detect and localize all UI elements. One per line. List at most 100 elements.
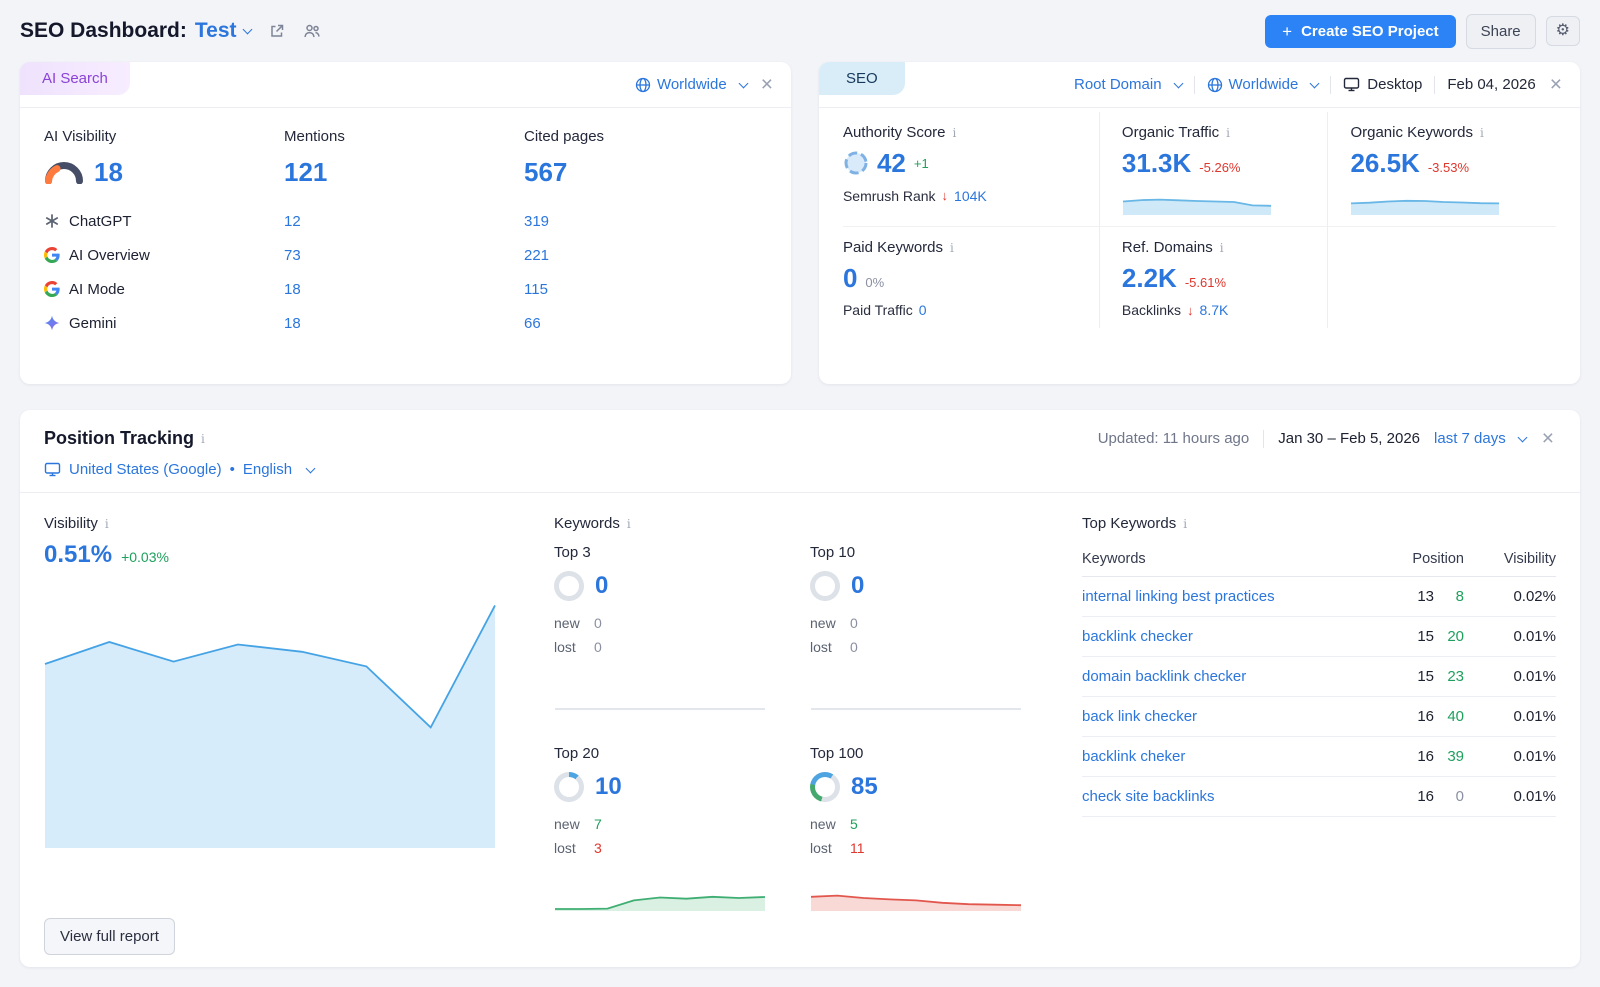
paid-keywords-pct: 0% <box>865 275 884 290</box>
date-selector[interactable]: Feb 04, 2026 <box>1447 76 1535 93</box>
campaign-language: English <box>243 461 292 478</box>
desktop-icon <box>44 462 61 477</box>
position-tracking-header: Position Tracking i Updated: 11 hours ag… <box>20 410 1580 493</box>
ai-visibility-total[interactable]: 18 <box>44 157 284 204</box>
chevron-down-icon <box>738 78 748 88</box>
ai-source-gemini: Gemini <box>44 306 284 340</box>
chevron-down-icon <box>242 25 252 35</box>
donut-chart-icon <box>810 772 840 802</box>
cited-pages-header: Cited pages <box>524 128 767 157</box>
chevron-down-icon <box>306 463 316 473</box>
authority-gauge-icon <box>843 150 869 176</box>
plus-icon: + <box>1282 23 1292 40</box>
gemini-icon <box>44 315 60 331</box>
keyword-link[interactable]: domain backlink checker <box>1082 668 1346 685</box>
keyword-link[interactable]: backlink cheker <box>1082 748 1346 765</box>
project-selector[interactable]: Test <box>195 19 251 43</box>
campaign-selector[interactable]: United States (Google) • English <box>44 461 1556 478</box>
top-100-count: 85 <box>851 773 878 801</box>
top-keywords-section: Top Keywordsi Keywords Position Visibili… <box>1082 515 1556 912</box>
ai-search-header: AI Search Worldwide × <box>20 62 791 108</box>
share-button[interactable]: Share <box>1466 14 1536 49</box>
updated-label: Updated: 11 hours ago <box>1098 430 1250 447</box>
visibility-delta: +0.03% <box>121 549 169 565</box>
top-100-sparkline <box>810 882 1022 912</box>
info-icon[interactable]: i <box>1220 241 1224 255</box>
info-icon[interactable]: i <box>105 517 109 531</box>
arrow-down-icon: ↓ <box>1187 303 1194 318</box>
table-row: internal linking best practices 138 0.02… <box>1082 577 1556 617</box>
top-3-sparkline <box>554 681 766 711</box>
paid-traffic-value[interactable]: 0 <box>919 302 927 318</box>
empty-cell <box>1327 226 1556 329</box>
organic-keywords-cell: Organic Keywordsi 26.5K -3.53% <box>1327 112 1556 226</box>
info-icon[interactable]: i <box>201 432 205 446</box>
gemini-mentions[interactable]: 18 <box>284 306 524 340</box>
view-full-report-button[interactable]: View full report <box>44 918 175 955</box>
desktop-icon <box>1343 77 1360 92</box>
period-selector[interactable]: last 7 days <box>1434 430 1526 447</box>
table-row: backlink checker 1520 0.01% <box>1082 617 1556 657</box>
ai-visibility-header: AI Visibility <box>44 128 284 157</box>
scope-selector[interactable]: Root Domain <box>1074 76 1182 93</box>
close-icon[interactable]: × <box>1548 74 1564 95</box>
google-icon <box>44 281 60 297</box>
organic-keywords-value[interactable]: 26.5K <box>1350 149 1419 178</box>
top-20-sparkline <box>554 882 766 912</box>
seo-region-selector[interactable]: Worldwide <box>1207 76 1319 93</box>
gemini-cited[interactable]: 66 <box>524 306 767 340</box>
position-tracking-body: Visibilityi 0.51% +0.03% Keywordsi Top 3 <box>20 493 1580 912</box>
create-seo-project-button[interactable]: + Create SEO Project <box>1265 15 1456 48</box>
organic-traffic-delta: -5.26% <box>1199 160 1240 175</box>
globe-icon <box>1207 77 1223 93</box>
ai-search-body: AI Visibility Mentions Cited pages 18 12… <box>20 108 791 362</box>
ai-mode-cited[interactable]: 115 <box>524 272 767 306</box>
topbar-actions: + Create SEO Project Share ⚙ <box>1265 14 1580 49</box>
info-icon[interactable]: i <box>950 241 954 255</box>
chatgpt-mentions[interactable]: 12 <box>284 204 524 238</box>
ai-mode-mentions[interactable]: 18 <box>284 272 524 306</box>
ai-source-ai-overview: AI Overview <box>44 238 284 272</box>
info-icon[interactable]: i <box>953 126 957 140</box>
paid-keywords-value[interactable]: 0 <box>843 264 857 293</box>
keyword-link[interactable]: back link checker <box>1082 708 1346 725</box>
ai-overview-cited[interactable]: 221 <box>524 238 767 272</box>
info-icon[interactable]: i <box>1226 126 1230 140</box>
gauge-icon <box>44 162 84 184</box>
position-tracking-card: Position Tracking i Updated: 11 hours ag… <box>20 410 1580 967</box>
bucket-top-100: Top 100 85 new5 lost11 <box>810 745 1022 912</box>
keywords-section: Keywordsi Top 3 0 new0 lost0 <box>554 515 1024 912</box>
backlinks-value[interactable]: 8.7K <box>1200 302 1229 318</box>
share-users-icon[interactable] <box>303 23 321 39</box>
chevron-down-icon <box>1310 78 1320 88</box>
keyword-link[interactable]: backlink checker <box>1082 628 1346 645</box>
ai-region-selector[interactable]: Worldwide <box>635 76 747 93</box>
close-icon[interactable]: × <box>759 74 775 95</box>
divider <box>1194 76 1195 94</box>
organic-traffic-cell: Organic Traffici 31.3K -5.26% <box>1099 112 1328 226</box>
chatgpt-icon <box>44 213 60 229</box>
mentions-total[interactable]: 121 <box>284 157 524 204</box>
authority-score-value[interactable]: 42 <box>877 149 906 178</box>
ref-domains-value[interactable]: 2.2K <box>1122 264 1177 293</box>
top-10-count: 0 <box>851 572 864 600</box>
info-icon[interactable]: i <box>1183 517 1187 531</box>
chatgpt-cited[interactable]: 319 <box>524 204 767 238</box>
keyword-link[interactable]: check site backlinks <box>1082 788 1346 805</box>
gear-icon[interactable]: ⚙ <box>1546 16 1580 46</box>
globe-icon <box>635 77 651 93</box>
device-selector[interactable]: Desktop <box>1343 76 1422 93</box>
close-icon[interactable]: × <box>1540 428 1556 449</box>
ai-overview-mentions[interactable]: 73 <box>284 238 524 272</box>
cited-pages-total[interactable]: 567 <box>524 157 767 204</box>
info-icon[interactable]: i <box>627 517 631 531</box>
semrush-rank-value[interactable]: 104K <box>954 188 987 204</box>
organic-traffic-value[interactable]: 31.3K <box>1122 149 1191 178</box>
bucket-top-3: Top 3 0 new0 lost0 <box>554 544 766 711</box>
info-icon[interactable]: i <box>1480 126 1484 140</box>
keyword-link[interactable]: internal linking best practices <box>1082 588 1346 605</box>
seo-dashboard-page: SEO Dashboard: Test + Create SEO Project… <box>0 0 1600 987</box>
mentions-header: Mentions <box>284 128 524 157</box>
external-link-icon[interactable] <box>269 23 285 39</box>
table-row: check site backlinks 160 0.01% <box>1082 777 1556 817</box>
